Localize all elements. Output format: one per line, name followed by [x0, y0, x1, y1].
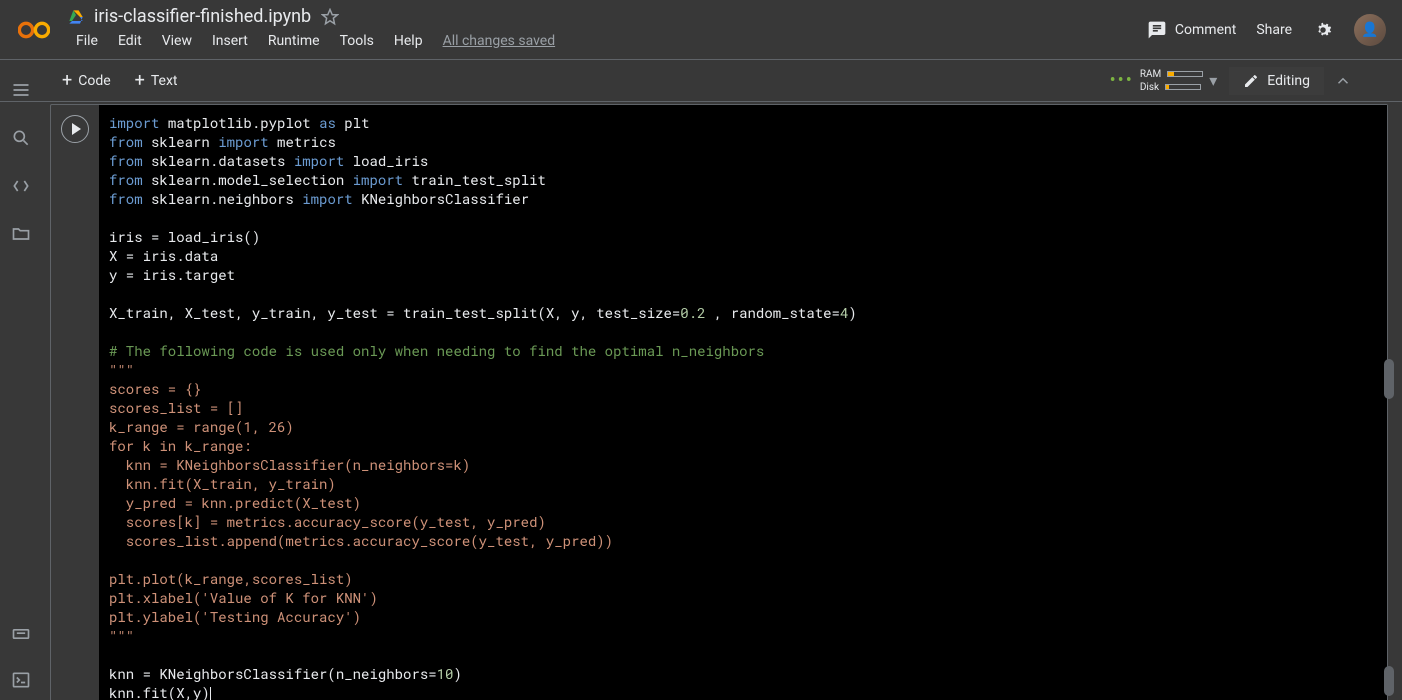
editing-label: Editing [1267, 73, 1310, 89]
menu-bar: File Edit View Insert Runtime Tools Help… [68, 29, 563, 53]
code-cell[interactable]: import matplotlib.pyplot as plt from skl… [50, 104, 1388, 700]
menu-tools[interactable]: Tools [332, 29, 382, 53]
left-rail [0, 62, 42, 700]
editing-mode-button[interactable]: Editing [1229, 67, 1324, 95]
disk-bar [1165, 84, 1201, 90]
comment-label: Comment [1175, 22, 1236, 38]
files-icon[interactable] [11, 224, 31, 244]
code-label: Code [78, 73, 110, 89]
disk-label: Disk [1140, 82, 1159, 93]
menu-runtime[interactable]: Runtime [260, 29, 328, 53]
title-area: iris-classifier-finished.ipynb File Edit… [68, 6, 563, 53]
main-area: import matplotlib.pyplot as plt from skl… [42, 104, 1396, 700]
toolbar: + Code + Text ••• RAM Disk ▾ Editing [0, 60, 1402, 102]
drive-icon [68, 9, 84, 25]
status-dots-icon: ••• [1110, 70, 1134, 91]
play-icon [72, 123, 81, 135]
header: iris-classifier-finished.ipynb File Edit… [0, 0, 1402, 60]
add-code-button[interactable]: + Code [50, 68, 123, 94]
ram-label: RAM [1140, 69, 1161, 80]
plus-icon: + [135, 72, 145, 90]
chevron-down-icon[interactable]: ▾ [1209, 71, 1217, 90]
changes-saved[interactable]: All changes saved [435, 29, 564, 53]
header-right: Comment Share 👤 [1147, 14, 1386, 46]
menu-help[interactable]: Help [386, 29, 431, 53]
scrollbar-thumb[interactable] [1384, 359, 1394, 399]
command-palette-icon[interactable] [11, 624, 31, 644]
star-icon[interactable] [321, 8, 339, 26]
comment-button[interactable]: Comment [1147, 20, 1236, 40]
colab-logo[interactable] [16, 12, 52, 48]
plus-icon: + [62, 72, 72, 90]
toc-icon[interactable] [11, 80, 31, 100]
share-button[interactable]: Share [1256, 22, 1292, 38]
menu-edit[interactable]: Edit [110, 29, 150, 53]
notebook-title[interactable]: iris-classifier-finished.ipynb [94, 6, 311, 27]
gear-icon[interactable] [1312, 19, 1334, 41]
cell-gutter [51, 105, 99, 700]
menu-file[interactable]: File [68, 29, 106, 53]
menu-view[interactable]: View [154, 29, 200, 53]
add-text-button[interactable]: + Text [123, 68, 190, 94]
snippets-icon[interactable] [11, 176, 31, 196]
search-icon[interactable] [11, 128, 31, 148]
scrollbar-thumb[interactable] [1384, 666, 1394, 696]
resources-indicator[interactable]: ••• RAM Disk ▾ [1110, 69, 1218, 93]
avatar[interactable]: 👤 [1354, 14, 1386, 46]
run-button[interactable] [61, 115, 89, 143]
terminal-icon[interactable] [11, 670, 31, 690]
text-cursor [210, 687, 211, 700]
text-label: Text [151, 73, 178, 89]
ram-bar [1167, 71, 1203, 77]
code-editor[interactable]: import matplotlib.pyplot as plt from skl… [99, 105, 1387, 700]
chevron-up-icon[interactable] [1334, 72, 1352, 90]
menu-insert[interactable]: Insert [204, 29, 256, 53]
